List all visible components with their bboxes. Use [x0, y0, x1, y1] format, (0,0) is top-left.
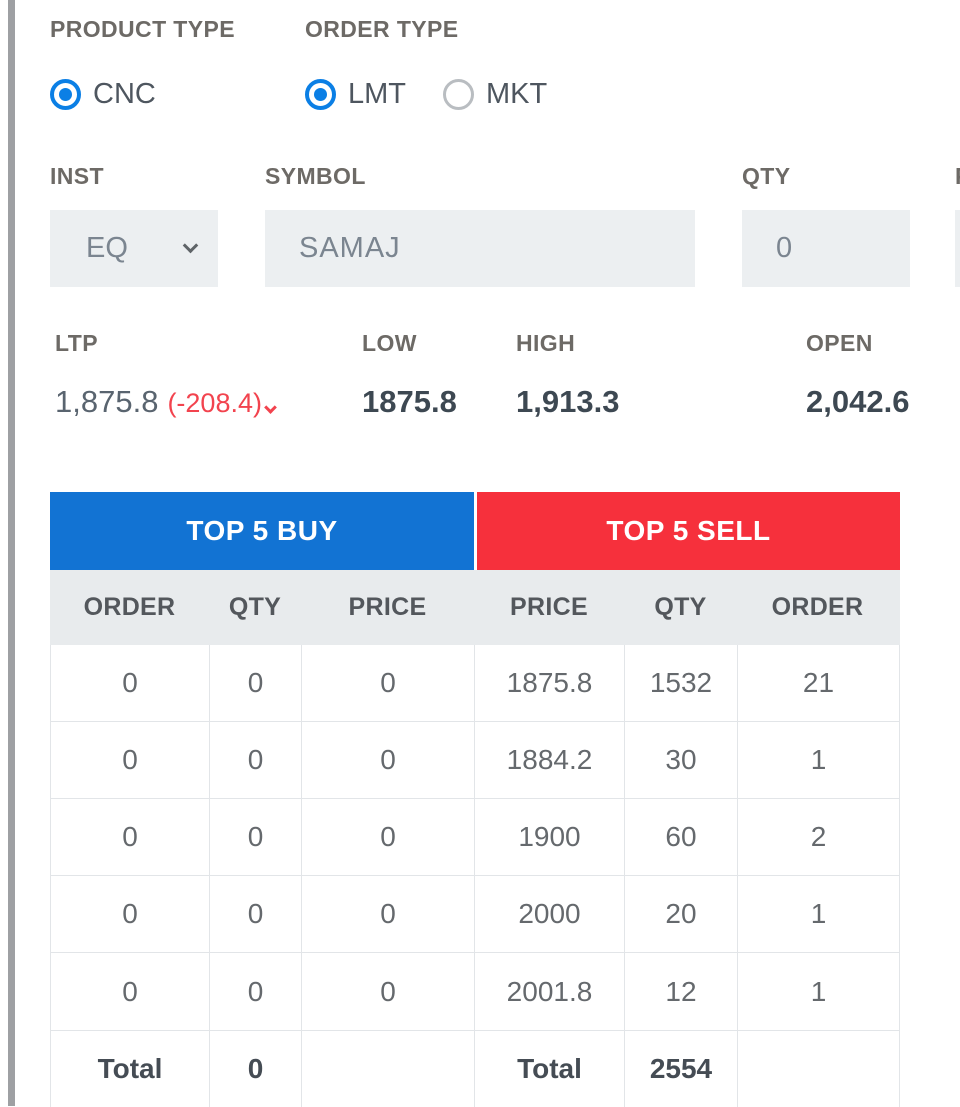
inst-select-value: EQ	[86, 232, 128, 265]
high-value: 1,913.3	[516, 384, 619, 420]
radio-mkt-label: MKT	[486, 78, 547, 111]
empty-cell	[738, 1031, 899, 1107]
buy-price-cell[interactable]: 0	[302, 876, 475, 952]
chevron-down-icon	[183, 238, 199, 254]
sell-price-cell[interactable]: 1875.8	[475, 645, 625, 721]
depth-header: TOP 5 BUY TOP 5 SELL	[50, 492, 900, 570]
sell-qty-cell: 60	[625, 799, 738, 875]
ltp-change: (-208.4)	[167, 388, 262, 419]
col-buy-price: PRICE	[301, 593, 474, 622]
buy-order-cell: 0	[51, 953, 210, 1030]
col-sell-qty: QTY	[624, 593, 737, 622]
order-type-label: ORDER TYPE	[305, 16, 459, 43]
col-buy-qty: QTY	[209, 593, 301, 622]
sell-price-cell[interactable]: 2001.8	[475, 953, 625, 1030]
ltp-label: LTP	[55, 330, 98, 357]
buy-qty-cell: 0	[210, 722, 302, 798]
open-value: 2,042.6	[806, 384, 909, 420]
depth-row: 0 0 0 2001.8 12 1	[51, 953, 899, 1030]
depth-row: 0 0 0 1875.8 1532 21	[51, 645, 899, 722]
radio-lmt-label: LMT	[348, 78, 406, 111]
col-sell-price: PRICE	[474, 593, 624, 622]
radio-unselected-icon	[443, 79, 474, 110]
high-label: HIGH	[516, 330, 575, 357]
buy-qty-cell: 0	[210, 799, 302, 875]
sell-order-cell: 1	[738, 722, 899, 798]
ltp-value: 1,875.8	[55, 384, 158, 420]
radio-mkt[interactable]: MKT	[443, 78, 547, 111]
buy-order-cell: 0	[51, 799, 210, 875]
radio-selected-icon	[50, 79, 81, 110]
market-depth-table: TOP 5 BUY TOP 5 SELL ORDER QTY PRICE PRI…	[50, 492, 900, 1107]
sell-qty-cell: 30	[625, 722, 738, 798]
depth-row: 0 0 0 1900 60 2	[51, 799, 899, 876]
col-buy-order: ORDER	[50, 593, 209, 622]
inst-select[interactable]: EQ	[50, 210, 218, 287]
sell-order-cell: 1	[738, 876, 899, 952]
symbol-input[interactable]	[265, 210, 695, 287]
price-input[interactable]	[955, 210, 960, 287]
radio-selected-icon	[305, 79, 336, 110]
qty-label: QTY	[742, 163, 790, 190]
depth-row: 0 0 0 1884.2 30 1	[51, 722, 899, 799]
buy-order-cell: 0	[51, 645, 210, 721]
inst-label: INST	[50, 163, 104, 190]
depth-column-headers: ORDER QTY PRICE PRICE QTY ORDER	[50, 570, 900, 645]
panel-divider	[8, 0, 15, 1106]
buy-price-cell[interactable]: 0	[302, 722, 475, 798]
buy-order-cell: 0	[51, 876, 210, 952]
buy-order-cell: 0	[51, 722, 210, 798]
open-label: OPEN	[806, 330, 873, 357]
price-label: PRICE	[955, 163, 960, 190]
sell-total-qty: 2554	[625, 1031, 738, 1107]
depth-row: 0 0 0 2000 20 1	[51, 876, 899, 953]
top5-buy-header: TOP 5 BUY	[50, 492, 474, 570]
buy-price-cell[interactable]: 0	[302, 799, 475, 875]
ltp-value-group: 1,875.8 (-208.4)	[55, 384, 275, 420]
sell-price-cell[interactable]: 1900	[475, 799, 625, 875]
sell-qty-cell: 1532	[625, 645, 738, 721]
radio-lmt[interactable]: LMT	[305, 78, 406, 111]
depth-total-row: Total 0 Total 2554	[50, 1030, 900, 1107]
col-sell-order: ORDER	[737, 593, 898, 622]
sell-qty-cell: 12	[625, 953, 738, 1030]
depth-rows: 0 0 0 1875.8 1532 21 0 0 0 1884.2 30 1 0…	[50, 645, 900, 1030]
buy-qty-cell: 0	[210, 876, 302, 952]
top5-sell-header: TOP 5 SELL	[477, 492, 900, 570]
radio-cnc[interactable]: CNC	[50, 78, 156, 111]
buy-total-qty: 0	[210, 1031, 302, 1107]
empty-cell	[302, 1031, 475, 1107]
sell-order-cell: 21	[738, 645, 899, 721]
radio-cnc-label: CNC	[93, 78, 156, 111]
buy-price-cell[interactable]: 0	[302, 953, 475, 1030]
buy-qty-cell: 0	[210, 645, 302, 721]
low-value: 1875.8	[362, 384, 457, 420]
symbol-label: SYMBOL	[265, 163, 366, 190]
buy-qty-cell: 0	[210, 953, 302, 1030]
sell-order-cell: 2	[738, 799, 899, 875]
sell-order-cell: 1	[738, 953, 899, 1030]
sell-total-label: Total	[475, 1031, 625, 1107]
buy-price-cell[interactable]: 0	[302, 645, 475, 721]
sell-price-cell[interactable]: 2000	[475, 876, 625, 952]
buy-total-label: Total	[51, 1031, 210, 1107]
low-label: LOW	[362, 330, 417, 357]
qty-input[interactable]	[742, 210, 910, 287]
sell-price-cell[interactable]: 1884.2	[475, 722, 625, 798]
ltp-expand-chevron-icon[interactable]	[264, 401, 277, 414]
product-type-label: PRODUCT TYPE	[50, 16, 235, 43]
sell-qty-cell: 20	[625, 876, 738, 952]
